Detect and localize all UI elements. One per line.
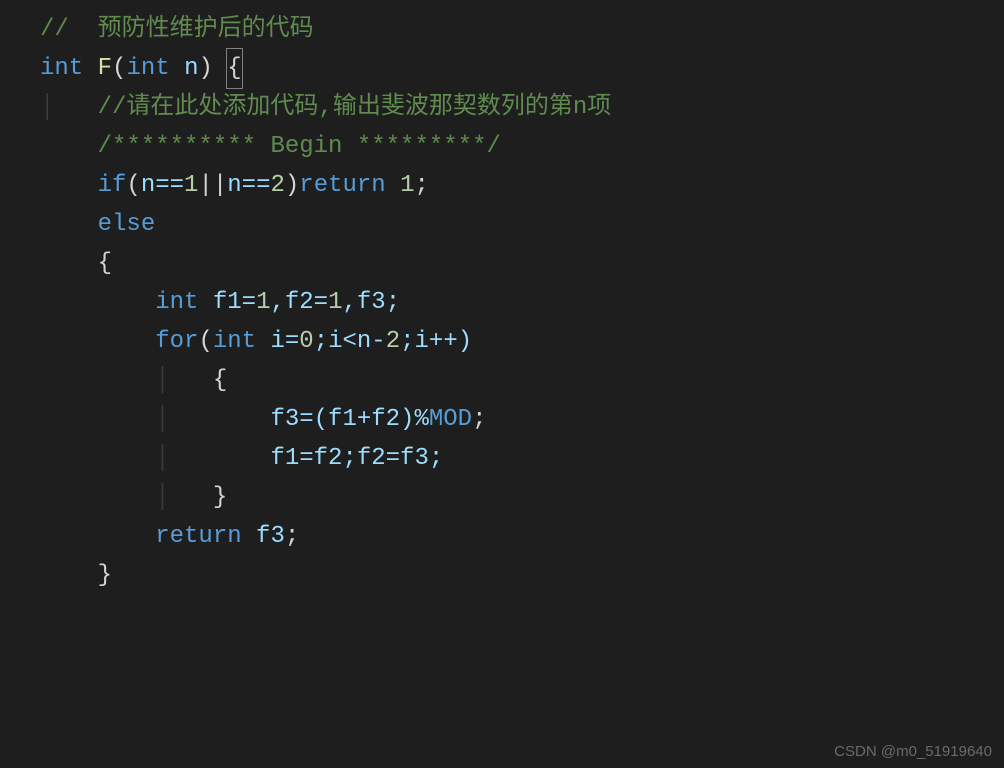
brace-open: { — [213, 361, 227, 400]
comment: //请在此处添加代码,输出斐波那契数列的第n项 — [98, 88, 612, 127]
keyword-for: for — [155, 322, 198, 361]
param-n: n — [184, 49, 198, 88]
code-line: // 预防性维护后的代码 — [40, 10, 1004, 49]
code-line: for(int i=0;i<n-2;i++) — [40, 322, 1004, 361]
function-name: F — [98, 49, 112, 88]
brace-open: { — [98, 244, 112, 283]
keyword-if: if — [98, 166, 127, 205]
code-line: } — [40, 556, 1004, 595]
brace-open: { — [226, 48, 242, 89]
keyword-else: else — [98, 205, 156, 244]
code-line: else — [40, 205, 1004, 244]
code-editor[interactable]: // 预防性维护后的代码 int F(int n) { │ //请在此处添加代码… — [0, 0, 1004, 595]
brace-close: } — [213, 478, 227, 517]
keyword-return: return — [299, 166, 385, 205]
keyword-return: return — [155, 517, 241, 556]
code-line: │ //请在此处添加代码,输出斐波那契数列的第n项 — [40, 88, 1004, 127]
keyword-int: int — [126, 49, 169, 88]
code-line: int f1=1,f2=1,f3; — [40, 283, 1004, 322]
code-line: │ { — [40, 361, 1004, 400]
code-line: │ f1=f2;f2=f3; — [40, 439, 1004, 478]
code-line: /********** Begin *********/ — [40, 127, 1004, 166]
code-line: if(n==1||n==2)return 1; — [40, 166, 1004, 205]
watermark: CSDN @m0_51919640 — [834, 743, 992, 760]
code-line: { — [40, 244, 1004, 283]
comment: /********** Begin *********/ — [98, 127, 501, 166]
code-line: │ f3=(f1+f2)%MOD; — [40, 400, 1004, 439]
constant-mod: MOD — [429, 400, 472, 439]
brace-close: } — [98, 556, 112, 595]
comment: // 预防性维护后的代码 — [40, 10, 314, 49]
code-line: int F(int n) { — [40, 49, 1004, 88]
code-line: │ } — [40, 478, 1004, 517]
code-line: return f3; — [40, 517, 1004, 556]
keyword-int: int — [40, 49, 83, 88]
